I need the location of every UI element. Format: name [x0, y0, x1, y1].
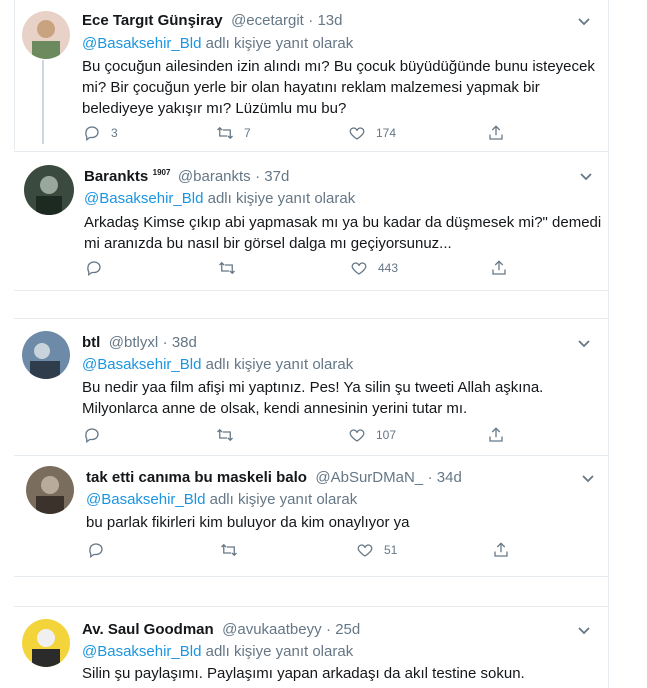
display-name[interactable]: btl — [82, 334, 100, 351]
user-handle[interactable]: @AbSurDMaN_ — [315, 469, 423, 486]
reply-icon — [87, 261, 101, 277]
tweet[interactable]: btl @btlyxl · 38d @Basaksehir_Bld adlı k… — [0, 319, 647, 455]
share-button[interactable] — [487, 426, 505, 444]
reply-icon — [85, 126, 99, 142]
reply-icon — [89, 543, 103, 559]
reply-button[interactable] — [83, 426, 111, 444]
mention-link[interactable]: @Basaksehir_Bld — [84, 190, 203, 207]
display-name[interactable]: Ece Targıt Günşiray — [82, 12, 223, 29]
avatar[interactable] — [22, 619, 70, 667]
dot-separator: · — [255, 168, 265, 185]
avatar-image — [22, 11, 70, 59]
like-button[interactable]: 51 — [356, 541, 397, 559]
tweet-text-line: bu parlak fikirleri kim buluyor da kim o… — [86, 514, 410, 531]
user-handle[interactable]: @avukaatbeyy — [222, 621, 321, 638]
heart-icon — [349, 429, 365, 442]
chevron-down-icon[interactable] — [578, 14, 590, 26]
mention-link[interactable]: @Basaksehir_Bld — [86, 491, 205, 508]
heart-icon — [357, 544, 373, 557]
tweet-text-line: belediyeye yakışır mı? Lüzümlu mu bu? — [82, 100, 347, 117]
mention-link[interactable]: @Basaksehir_Bld — [82, 35, 201, 52]
dot-separator: · — [162, 334, 172, 351]
share-icon — [489, 427, 503, 442]
reply-icon — [85, 428, 99, 444]
like-button[interactable]: 107 — [348, 426, 396, 444]
avatar-image — [22, 331, 70, 379]
timestamp[interactable]: 37d — [264, 168, 289, 185]
reply-button[interactable] — [87, 541, 115, 559]
tweet-text-line: mi aranızda bu nasıl bir görsel dalga mı… — [84, 235, 452, 252]
chevron-down-icon[interactable] — [578, 336, 590, 348]
avatar[interactable] — [22, 331, 70, 379]
user-handle[interactable]: @barankts — [178, 168, 251, 185]
chevron-down-icon[interactable] — [578, 623, 590, 635]
mention-link[interactable]: @Basaksehir_Bld — [82, 643, 201, 660]
dot-separator: · — [326, 621, 336, 638]
retweet-button[interactable] — [220, 541, 248, 559]
reply-label: adlı kişiye yanıt olarak — [205, 356, 354, 373]
tweet-text-line: Arkadaş Kimse çıkıp abi yapmasak mı ya b… — [84, 214, 602, 231]
reply-count: 3 — [111, 126, 118, 140]
display-name[interactable]: tak etti canıma bu maskeli balo — [86, 469, 307, 486]
avatar-image — [26, 466, 74, 514]
retweet-icon — [219, 261, 235, 275]
like-count: 174 — [376, 126, 397, 140]
reply-label: adlı kişiye yanıt olarak — [205, 35, 354, 52]
separator — [14, 576, 608, 577]
share-icon — [492, 260, 506, 275]
like-count: 443 — [378, 261, 399, 275]
retweet-button[interactable] — [216, 426, 244, 444]
like-count: 107 — [376, 428, 397, 442]
reply-label: adlı kişiye yanıt olarak — [209, 491, 358, 508]
avatar-image — [22, 619, 70, 667]
dot-separator: · — [427, 469, 437, 486]
like-button[interactable]: 443 — [350, 259, 398, 277]
like-button[interactable]: 174 — [348, 124, 396, 142]
separator — [14, 290, 608, 291]
tweet-text-line: Bu çocuğun ailesinden izin alındı mı? Bu… — [82, 58, 595, 75]
retweet-button[interactable] — [218, 259, 246, 277]
user-handle[interactable]: @ecetargit — [231, 12, 304, 29]
retweet-button[interactable]: 7 — [216, 124, 251, 142]
avatar[interactable] — [22, 11, 70, 59]
tweet[interactable]: Ece Targıt Günşiray @ecetargit · 13d @Ba… — [0, 0, 647, 150]
tweet[interactable]: Av. Saul Goodman @avukaatbeyy · 25d @Bas… — [0, 607, 647, 688]
retweet-icon — [217, 126, 233, 140]
timestamp[interactable]: 25d — [335, 621, 360, 638]
like-count: 51 — [384, 543, 398, 557]
user-handle[interactable]: @btlyxl — [109, 334, 158, 351]
tweet-text-line: Milyonlarca anne de olsak, kendi annesin… — [82, 400, 468, 417]
tweet-text-line: mi? Bir çocuğun yerle bir olan hayatını … — [82, 79, 540, 96]
share-button[interactable] — [492, 541, 510, 559]
heart-icon — [349, 127, 365, 140]
chevron-down-icon[interactable] — [582, 471, 594, 483]
avatar[interactable] — [24, 165, 74, 215]
reply-label: adlı kişiye yanıt olarak — [205, 643, 354, 660]
tweet[interactable]: Barankts 1907 @barankts · 37d @Basaksehi… — [0, 152, 647, 290]
retweet-icon — [217, 428, 233, 442]
tweet-text-line: Silin şu paylaşımı. Paylaşımı yapan arka… — [82, 665, 525, 682]
heart-icon — [351, 262, 367, 275]
tweet-text-line: Bu nedir yaa film afişi mi yaptınız. Pes… — [82, 379, 544, 396]
share-button[interactable] — [490, 259, 508, 277]
reply-button[interactable] — [85, 259, 113, 277]
timestamp[interactable]: 34d — [437, 469, 462, 486]
avatar[interactable] — [26, 466, 74, 514]
timestamp[interactable]: 38d — [172, 334, 197, 351]
avatar-image — [24, 165, 74, 215]
timestamp[interactable]: 13d — [317, 12, 342, 29]
retweet-count: 7 — [244, 126, 251, 140]
display-name[interactable]: Av. Saul Goodman — [82, 621, 214, 638]
share-icon — [494, 542, 508, 557]
chevron-down-icon[interactable] — [580, 169, 592, 181]
reply-label: adlı kişiye yanıt olarak — [207, 190, 356, 207]
mention-link[interactable]: @Basaksehir_Bld — [82, 356, 201, 373]
reply-button[interactable]: 3 — [83, 124, 118, 142]
share-icon — [489, 125, 503, 140]
retweet-icon — [221, 543, 237, 557]
tweet[interactable]: tak etti canıma bu maskeli balo @AbSurDM… — [0, 456, 647, 576]
display-name[interactable]: Barankts — [84, 168, 148, 185]
user-badge: 1907 — [152, 168, 171, 177]
share-button[interactable] — [487, 124, 505, 142]
